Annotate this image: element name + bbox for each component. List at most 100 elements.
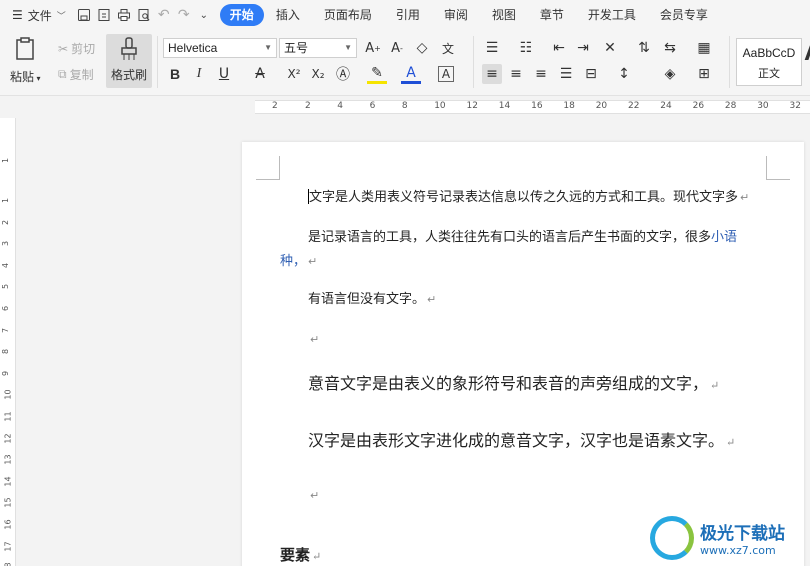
- text-effect-icon[interactable]: Ⓐ: [333, 64, 353, 84]
- brush-icon: [121, 37, 137, 60]
- undo-icon[interactable]: ↶: [154, 5, 174, 25]
- pinyin-icon[interactable]: 文: [438, 38, 458, 58]
- tab-insert[interactable]: 插入: [264, 4, 312, 26]
- superscript-icon[interactable]: X²: [284, 64, 304, 84]
- tab-references[interactable]: 引用: [384, 4, 432, 26]
- chevron-down-icon: ﹀: [56, 11, 66, 22]
- divider: [473, 36, 474, 88]
- ruler-tick-label: 5: [1, 284, 11, 290]
- ruler-tick-label: 10: [3, 389, 13, 400]
- shrink-font-icon[interactable]: A-: [387, 38, 407, 58]
- ruler-tick-label: 2: [1, 219, 11, 225]
- export-pdf-icon[interactable]: [94, 5, 114, 25]
- highlight-icon[interactable]: ✎: [367, 64, 387, 84]
- ruler-tick-label: 1: [1, 197, 11, 204]
- highlighted-text: 小语: [711, 230, 738, 245]
- char-border-icon[interactable]: A: [438, 66, 454, 82]
- ruler-tick-label: 30: [757, 101, 769, 111]
- clipboard-icon: [16, 37, 35, 60]
- grow-font-icon[interactable]: A +: [363, 38, 383, 58]
- eraser-icon[interactable]: ◇: [412, 38, 432, 58]
- ribbon-tabs: 开始 插入 页面布局 引用 审阅 视图 章节 开发工具 会员专享: [219, 4, 720, 26]
- copy-label: 复制: [69, 68, 94, 82]
- divider: [729, 36, 730, 88]
- ruler-tick-label: 24: [660, 101, 672, 111]
- sort-icon[interactable]: ⇅: [634, 38, 654, 58]
- font-size-select[interactable]: 五号 ▼: [279, 38, 357, 58]
- underline-icon[interactable]: U: [214, 64, 234, 84]
- number-list-icon[interactable]: ☷: [516, 38, 536, 58]
- heading[interactable]: 要素 ↵: [280, 544, 321, 565]
- copy-button[interactable]: ⧉ 复制: [58, 66, 94, 83]
- vertical-ruler[interactable]: 1123456789101112131415161718: [0, 118, 16, 566]
- subscript-icon[interactable]: X₂: [308, 64, 328, 84]
- borders-icon[interactable]: ⊞: [694, 64, 714, 84]
- file-menu[interactable]: ☰ 文件 ﹀: [0, 0, 74, 30]
- font-name-value: Helvetica: [168, 41, 218, 55]
- tab-page-layout[interactable]: 页面布局: [312, 4, 384, 26]
- increase-indent-icon[interactable]: ⇥: [573, 38, 593, 58]
- paragraph-text: 文字是人类用表义符号记录表达信息以传之久远的方式和工具。现代文字多: [309, 190, 739, 205]
- format-painter-button[interactable]: 格式刷: [106, 34, 152, 88]
- font-name-select[interactable]: Helvetica ▼: [163, 38, 277, 58]
- line-spacing-icon[interactable]: ↕: [614, 64, 634, 84]
- margin-mark: [766, 156, 790, 180]
- paragraph[interactable]: 意音文字是由表义的象形符号和表音的声旁组成的文字， ↵: [308, 370, 719, 394]
- style-name: 正文: [758, 67, 780, 80]
- redo-icon[interactable]: ↷: [174, 5, 194, 25]
- tab-chapter[interactable]: 章节: [528, 4, 576, 26]
- tab-stop-icon[interactable]: ▦: [694, 38, 714, 58]
- paragraph[interactable]: 汉字是由表形文字进化成的意音文字，汉字也是语素文字。 ↵: [308, 427, 735, 451]
- tab-developer[interactable]: 开发工具: [576, 4, 648, 26]
- ruler-tick-label: 8: [1, 349, 11, 355]
- bullet-list-icon[interactable]: ☰: [482, 38, 502, 58]
- ruler-tick-label: 10: [434, 101, 446, 111]
- tab-member[interactable]: 会员专享: [648, 4, 720, 26]
- align-center-icon[interactable]: ≡: [506, 64, 526, 84]
- shading-icon[interactable]: ◈: [660, 64, 680, 84]
- tab-review[interactable]: 审阅: [432, 4, 480, 26]
- paragraph[interactable]: 是记录语言的工具，人类往往先有口头的语言后产生书面的文字，很多小语: [308, 226, 737, 245]
- empty-paragraph[interactable]: ↵: [308, 488, 319, 503]
- copy-icon: ⧉: [58, 67, 67, 81]
- tab-view[interactable]: 视图: [480, 4, 528, 26]
- chinese-layout-icon[interactable]: ✕: [600, 38, 620, 58]
- save-icon[interactable]: [74, 5, 94, 25]
- decrease-indent-icon[interactable]: ⇤: [549, 38, 569, 58]
- paragraph-text: 有语言但没有文字。: [308, 292, 426, 307]
- distribute-icon[interactable]: ⊟: [581, 64, 601, 84]
- paragraph[interactable]: 有语言但没有文字。 ↵: [308, 288, 436, 307]
- cut-button[interactable]: ✂ 剪切: [58, 40, 95, 57]
- tab-start[interactable]: 开始: [219, 4, 264, 26]
- ruler-tick-label: 6: [1, 305, 11, 312]
- italic-icon[interactable]: I: [189, 64, 209, 84]
- print-preview-icon[interactable]: [134, 5, 154, 25]
- paragraph-continuation[interactable]: 种， ↵: [280, 250, 317, 269]
- ribbon: 粘贴 ▾ ✂ 剪切 ⧉ 复制 格式刷 Helvetica ▼ 五号 ▼ A + A- ◇ …: [0, 30, 810, 96]
- ruler-tick-label: 13: [3, 454, 13, 465]
- font-size-value: 五号: [284, 41, 309, 55]
- ruler-tick-label: 2: [272, 101, 278, 111]
- style-normal[interactable]: AaBbCcD 正文: [736, 38, 802, 86]
- document-page[interactable]: 文字是人类用表义符号记录表达信息以传之久远的方式和工具。现代文字多 ↵ 是记录语言…: [242, 142, 804, 566]
- horizontal-ruler[interactable]: 2 2 4 6 8 10 12 14 16 18 20 22 24 26 28 30 32: [0, 96, 810, 118]
- bold-icon[interactable]: B: [165, 64, 185, 84]
- strikethrough-icon[interactable]: A: [250, 64, 270, 84]
- ruler-tick-label: 20: [595, 101, 608, 111]
- justify-icon[interactable]: ☰: [556, 64, 576, 84]
- print-icon[interactable]: [114, 5, 134, 25]
- paragraph-mark: ↵: [427, 293, 437, 306]
- empty-paragraph[interactable]: ↵: [308, 332, 319, 347]
- format-painter-label: 格式刷: [110, 68, 147, 82]
- paste-button[interactable]: 粘贴 ▾: [10, 36, 41, 85]
- cut-label: 剪切: [71, 42, 96, 56]
- font-color-icon[interactable]: A: [401, 64, 421, 84]
- align-left-icon[interactable]: ≡: [482, 64, 502, 84]
- ruler-tick-label: 22: [628, 101, 640, 111]
- paragraph[interactable]: 文字是人类用表义符号记录表达信息以传之久远的方式和工具。现代文字多 ↵: [308, 186, 749, 205]
- ruler-tick-label: 12: [466, 101, 478, 111]
- show-marks-icon[interactable]: ⇆: [660, 38, 680, 58]
- more-icon[interactable]: ⌄: [194, 5, 214, 25]
- align-right-icon[interactable]: ≡: [531, 64, 551, 84]
- style-next-preview[interactable]: A: [804, 36, 810, 67]
